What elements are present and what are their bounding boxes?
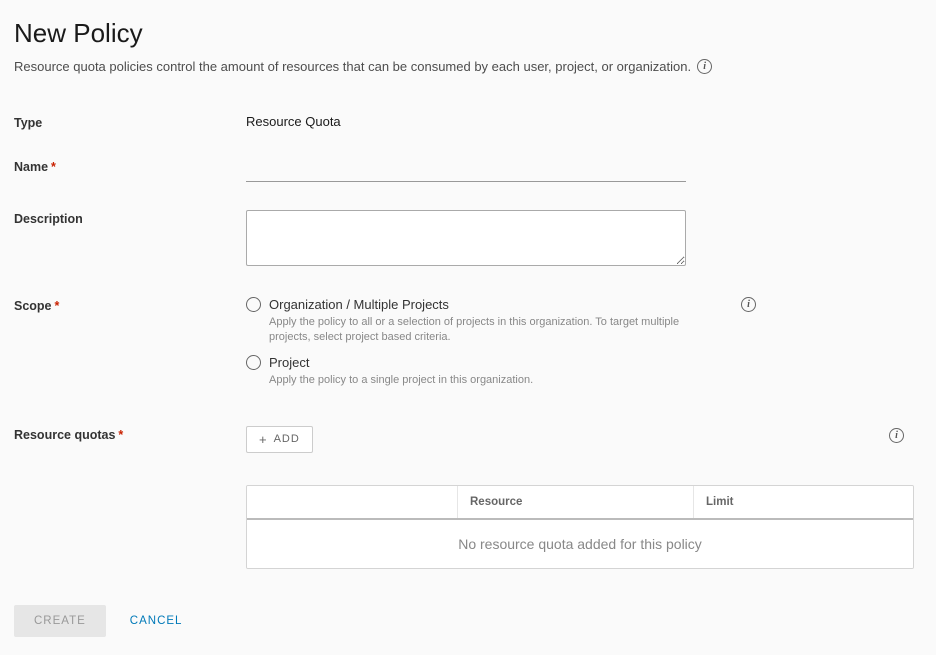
required-star: * — [51, 160, 56, 174]
name-input[interactable] — [246, 158, 686, 182]
type-value: Resource Quota — [246, 114, 922, 129]
info-icon[interactable]: i — [741, 297, 756, 312]
description-label: Description — [14, 210, 246, 226]
info-icon[interactable]: i — [697, 59, 712, 74]
required-star: * — [118, 428, 123, 442]
quota-table: Resource Limit No resource quota added f… — [246, 485, 914, 569]
column-limit: Limit — [693, 486, 913, 518]
column-resource: Resource — [457, 486, 693, 518]
create-button[interactable]: CREATE — [14, 605, 106, 637]
description-textarea[interactable] — [246, 210, 686, 266]
scope-radio-organization[interactable]: Organization / Multiple Projects — [246, 297, 766, 312]
quotas-label: Resource quotas — [14, 428, 115, 442]
quota-table-header: Resource Limit — [247, 486, 913, 520]
cancel-button[interactable]: CANCEL — [130, 615, 183, 627]
add-button-label: ADD — [274, 433, 300, 445]
scope-option-project-label: Project — [269, 355, 309, 370]
quota-empty-message: No resource quota added for this policy — [247, 520, 913, 568]
page-title: New Policy — [14, 18, 922, 49]
scope-label: Scope — [14, 299, 52, 313]
scope-radio-project[interactable]: Project — [246, 355, 766, 370]
plus-icon: + — [259, 433, 268, 446]
scope-option-project-hint: Apply the policy to a single project in … — [269, 373, 709, 388]
name-label: Name — [14, 160, 48, 174]
scope-option-org-hint: Apply the policy to all or a selection o… — [269, 315, 709, 345]
radio-icon — [246, 355, 261, 370]
page-subtitle: Resource quota policies control the amou… — [14, 59, 691, 74]
type-label: Type — [14, 114, 246, 130]
radio-icon — [246, 297, 261, 312]
info-icon[interactable]: i — [889, 428, 904, 443]
required-star: * — [55, 299, 60, 313]
scope-option-org-label: Organization / Multiple Projects — [269, 297, 449, 312]
add-quota-button[interactable]: + ADD — [246, 426, 313, 453]
